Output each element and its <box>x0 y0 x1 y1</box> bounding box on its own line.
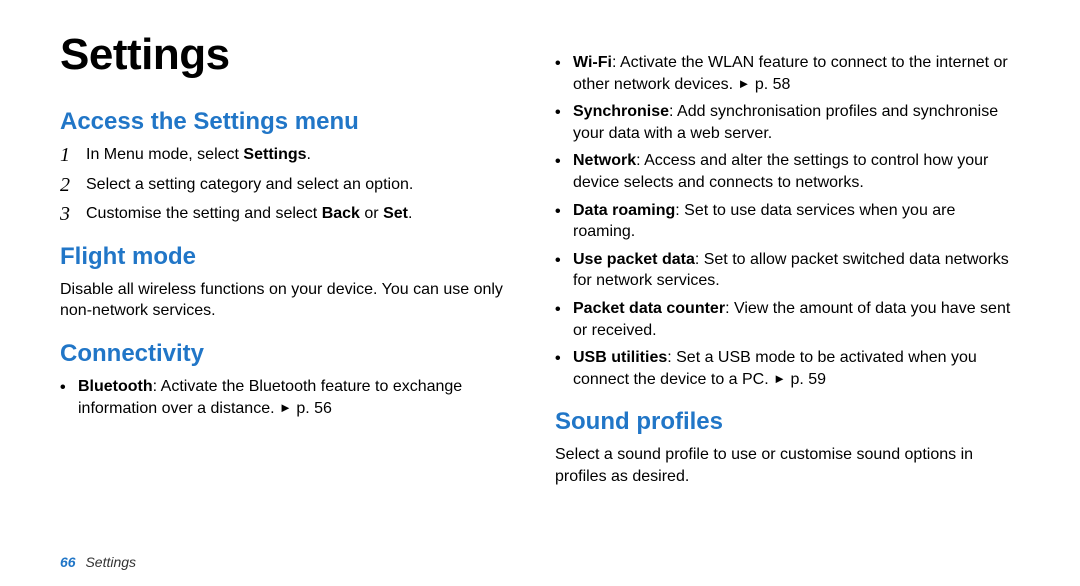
bullet-icon: • <box>555 101 565 124</box>
heading-connectivity: Connectivity <box>60 340 525 368</box>
bullet-icon: • <box>60 376 70 399</box>
bullet-text: Bluetooth: Activate the Bluetooth featur… <box>78 376 525 419</box>
connectivity-list-right: • Wi-Fi: Activate the WLAN feature to co… <box>555 52 1020 390</box>
bullet-icon: • <box>555 298 565 321</box>
list-item: 2 Select a setting category and select a… <box>60 174 525 196</box>
arrow-icon: ► <box>773 371 786 386</box>
list-item: • USB utilities: Set a USB mode to be ac… <box>555 347 1020 390</box>
page-content: Settings Access the Settings menu 1 In M… <box>0 0 1080 502</box>
heading-access-settings: Access the Settings menu <box>60 108 525 136</box>
step-text: Select a setting category and select an … <box>86 174 525 196</box>
bullet-icon: • <box>555 200 565 223</box>
page-title: Settings <box>60 30 525 80</box>
list-item: • Bluetooth: Activate the Bluetooth feat… <box>60 376 525 419</box>
bullet-icon: • <box>555 150 565 173</box>
bullet-text: Data roaming: Set to use data services w… <box>573 200 1020 243</box>
connectivity-list-left: • Bluetooth: Activate the Bluetooth feat… <box>60 376 525 419</box>
list-item: 1 In Menu mode, select Settings. <box>60 144 525 166</box>
arrow-icon: ► <box>279 400 292 415</box>
sound-profiles-body: Select a sound profile to use or customi… <box>555 444 1020 487</box>
access-steps-list: 1 In Menu mode, select Settings. 2 Selec… <box>60 144 525 225</box>
bullet-text: Network: Access and alter the settings t… <box>573 150 1020 193</box>
list-item: • Data roaming: Set to use data services… <box>555 200 1020 243</box>
bullet-text: Packet data counter: View the amount of … <box>573 298 1020 341</box>
bullet-text: USB utilities: Set a USB mode to be acti… <box>573 347 1020 390</box>
step-text: In Menu mode, select Settings. <box>86 144 525 166</box>
heading-sound-profiles: Sound profiles <box>555 408 1020 436</box>
step-number: 1 <box>60 144 76 165</box>
left-column: Settings Access the Settings menu 1 In M… <box>60 30 525 492</box>
page-number: 66 <box>60 554 76 570</box>
list-item: • Packet data counter: View the amount o… <box>555 298 1020 341</box>
list-item: • Network: Access and alter the settings… <box>555 150 1020 193</box>
list-item: 3 Customise the setting and select Back … <box>60 203 525 225</box>
list-item: • Synchronise: Add synchronisation profi… <box>555 101 1020 144</box>
heading-flight-mode: Flight mode <box>60 243 525 271</box>
bullet-text: Synchronise: Add synchronisation profile… <box>573 101 1020 144</box>
page-footer: 66 Settings <box>60 554 136 570</box>
bullet-text: Use packet data: Set to allow packet swi… <box>573 249 1020 292</box>
footer-label: Settings <box>85 554 136 570</box>
bullet-icon: • <box>555 347 565 370</box>
arrow-icon: ► <box>738 76 751 91</box>
list-item: • Wi-Fi: Activate the WLAN feature to co… <box>555 52 1020 95</box>
list-item: • Use packet data: Set to allow packet s… <box>555 249 1020 292</box>
bullet-icon: • <box>555 52 565 75</box>
step-number: 2 <box>60 174 76 195</box>
bullet-icon: • <box>555 249 565 272</box>
flight-mode-body: Disable all wireless functions on your d… <box>60 279 525 322</box>
right-column: • Wi-Fi: Activate the WLAN feature to co… <box>555 30 1020 492</box>
step-text: Customise the setting and select Back or… <box>86 203 525 225</box>
step-number: 3 <box>60 203 76 224</box>
bullet-text: Wi-Fi: Activate the WLAN feature to conn… <box>573 52 1020 95</box>
